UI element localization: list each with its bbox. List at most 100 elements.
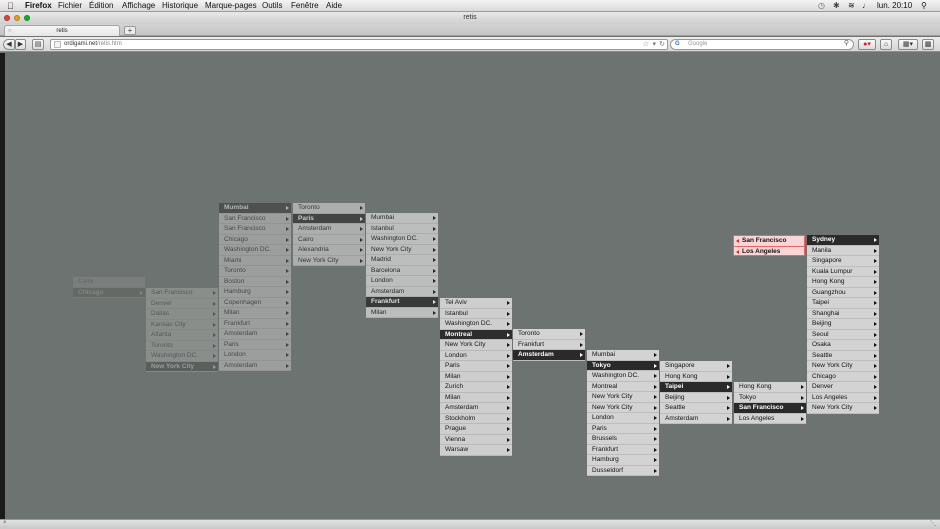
menu-item-amsterdam[interactable]: Amsterdam — [660, 413, 732, 424]
menu-item-paris[interactable]: Paris — [219, 339, 291, 350]
addon-button[interactable]: ●▾ — [858, 39, 876, 50]
menu-item-los-angeles[interactable]: Los Angeles — [733, 245, 805, 256]
menu-item-frankfurt[interactable]: Frankfurt — [219, 318, 291, 329]
menu-item-new-york-city[interactable]: New York City — [440, 340, 512, 351]
home-button[interactable]: ⌂ — [880, 39, 892, 50]
menu-item-frankfurt[interactable]: Frankfurt — [366, 297, 438, 308]
apple-menu-icon[interactable]:  — [7, 1, 14, 11]
resize-grip-icon[interactable]: ⋱ — [930, 520, 936, 527]
menu-marque-pages[interactable]: Marque-pages — [205, 1, 257, 11]
menu-item-new-york-city[interactable]: New York City — [587, 392, 659, 403]
volume-icon[interactable]: ♩ — [862, 1, 870, 11]
menu-item-boston[interactable]: Boston — [219, 276, 291, 287]
menu-item-taipei[interactable]: Taipei — [807, 298, 879, 309]
menu-item-madrid[interactable]: Madrid — [366, 255, 438, 266]
menu-item-paris[interactable]: Paris — [440, 361, 512, 372]
back-button[interactable]: ◀ — [3, 39, 15, 50]
menu-item-new-york-city[interactable]: New York City — [293, 255, 365, 266]
search-engine-google-icon[interactable]: G — [675, 40, 680, 49]
menu-item-seoul[interactable]: Seoul — [807, 329, 879, 340]
menu-item-amsterdam[interactable]: Amsterdam — [219, 329, 291, 340]
menu-item-dallas[interactable]: Dallas — [146, 309, 218, 320]
search-magnifier-icon[interactable]: ⚲ — [844, 39, 849, 48]
menu-item-mumbai[interactable]: Mumbai — [219, 203, 291, 214]
menu-item-london[interactable]: London — [219, 350, 291, 361]
menu-item-denver[interactable]: Denver — [146, 298, 218, 309]
menu-item-san-francisco[interactable]: San Francisco — [219, 213, 291, 224]
bookmark-star-icon[interactable]: ☆ — [643, 40, 649, 49]
menu-item-singapore[interactable]: Singapore — [660, 361, 732, 372]
new-tab-button[interactable]: + — [124, 26, 136, 35]
bookmark-sidebar-button[interactable]: ▤ — [32, 39, 44, 50]
menu-item-miami[interactable]: Miami — [219, 255, 291, 266]
menu-item-singapore[interactable]: Singapore — [807, 256, 879, 267]
menu-item-atlanta[interactable]: Atlanta — [146, 330, 218, 341]
menu-item-cairo[interactable]: Cairo — [73, 277, 145, 288]
menu-item-stockholm[interactable]: Stockholm — [440, 413, 512, 424]
menu-item-washington-dc[interactable]: Washington DC. — [587, 371, 659, 382]
menu-item-mumbai[interactable]: Mumbai — [587, 350, 659, 361]
tab-retis[interactable]: ○ retis — [4, 25, 120, 36]
menu-item-toronto[interactable]: Toronto — [219, 266, 291, 277]
menu-item-frankfurt[interactable]: Frankfurt — [513, 339, 585, 350]
menu-item-istanbul[interactable]: Istanbul — [366, 223, 438, 234]
menu-outils[interactable]: Outils — [262, 1, 282, 11]
menu-item-san-francisco[interactable]: San Francisco — [219, 224, 291, 235]
menu-fenetre[interactable]: Fenêtre — [291, 1, 319, 11]
menu-item-paris[interactable]: Paris — [293, 213, 365, 224]
menu-item-montreal[interactable]: Montreal — [440, 329, 512, 340]
menu-item-chicago[interactable]: Chicago — [219, 234, 291, 245]
menu-item-kuala-lumpur[interactable]: Kuala Lumpur — [807, 266, 879, 277]
menu-item-los-angeles[interactable]: Los Angeles — [734, 413, 806, 424]
menu-affichage[interactable]: Affichage — [122, 1, 155, 11]
menu-item-amsterdam[interactable]: Amsterdam — [366, 286, 438, 297]
menu-item-warsaw[interactable]: Warsaw — [440, 445, 512, 456]
menu-item-san-francisco[interactable]: San Francisco — [146, 288, 218, 299]
menu-item-paris[interactable]: Paris — [587, 423, 659, 434]
menu-item-prague[interactable]: Prague — [440, 424, 512, 435]
menu-aide[interactable]: Aide — [326, 1, 342, 11]
menu-item-toronto[interactable]: Toronto — [293, 203, 365, 214]
menu-item-tel-aviv[interactable]: Tel Aviv — [440, 298, 512, 309]
menu-item-new-york-city[interactable]: New York City — [146, 361, 218, 372]
menu-item-milan[interactable]: Milan — [440, 371, 512, 382]
menu-item-london[interactable]: London — [587, 413, 659, 424]
menu-item-cairo[interactable]: Cairo — [293, 234, 365, 245]
menu-item-vienna[interactable]: Vienna — [440, 434, 512, 445]
menu-item-amsterdam[interactable]: Amsterdam — [513, 350, 585, 361]
menu-item-washington-dc[interactable]: Washington DC. — [219, 245, 291, 256]
menu-item-amsterdam[interactable]: Amsterdam — [219, 360, 291, 371]
menu-item-sydney[interactable]: Sydney — [807, 235, 879, 246]
menu-item-seattle[interactable]: Seattle — [660, 403, 732, 414]
menu-historique[interactable]: Historique — [162, 1, 198, 11]
menu-item-chicago[interactable]: Chicago — [807, 371, 879, 382]
menu-item-kansas-city[interactable]: Kansas City — [146, 319, 218, 330]
menu-item-taipei[interactable]: Taipei — [660, 382, 732, 393]
bluetooth-icon[interactable]: ✱ — [833, 1, 840, 11]
menu-item-hong-kong[interactable]: Hong Kong — [807, 277, 879, 288]
menu-item-amsterdam[interactable]: Amsterdam — [440, 403, 512, 414]
menu-edition[interactable]: Édition — [89, 1, 113, 11]
menu-item-alexandria[interactable]: Alexandria — [293, 245, 365, 256]
menu-item-hong-kong[interactable]: Hong Kong — [660, 371, 732, 382]
menu-item-chicago[interactable]: Chicago — [73, 287, 145, 298]
menu-item-london[interactable]: London — [366, 276, 438, 287]
status-close-icon[interactable]: × — [3, 520, 7, 526]
menu-item-washington-dc[interactable]: Washington DC. — [366, 234, 438, 245]
menu-item-san-francisco[interactable]: San Francisco — [734, 403, 806, 414]
menu-item-toronto[interactable]: Toronto — [513, 329, 585, 340]
menu-item-los-angeles[interactable]: Los Angeles — [807, 392, 879, 403]
menu-item-copenhagen[interactable]: Copenhagen — [219, 297, 291, 308]
menu-item-hamburg[interactable]: Hamburg — [587, 455, 659, 466]
menu-item-brussels[interactable]: Brussels — [587, 434, 659, 445]
time-machine-icon[interactable]: ◷ — [818, 1, 825, 11]
menu-item-hong-kong[interactable]: Hong Kong — [734, 382, 806, 393]
wifi-icon[interactable]: ≋ — [848, 1, 855, 11]
menu-item-beijing[interactable]: Beijing — [807, 319, 879, 330]
menu-item-washington-dc[interactable]: Washington DC. — [440, 319, 512, 330]
extension-button[interactable]: ▩ — [922, 39, 934, 50]
menu-item-zurich[interactable]: Zurich — [440, 382, 512, 393]
menu-fichier[interactable]: Fichier — [58, 1, 82, 11]
menu-item-london[interactable]: London — [440, 350, 512, 361]
menu-item-tokyo[interactable]: Tokyo — [587, 360, 659, 371]
